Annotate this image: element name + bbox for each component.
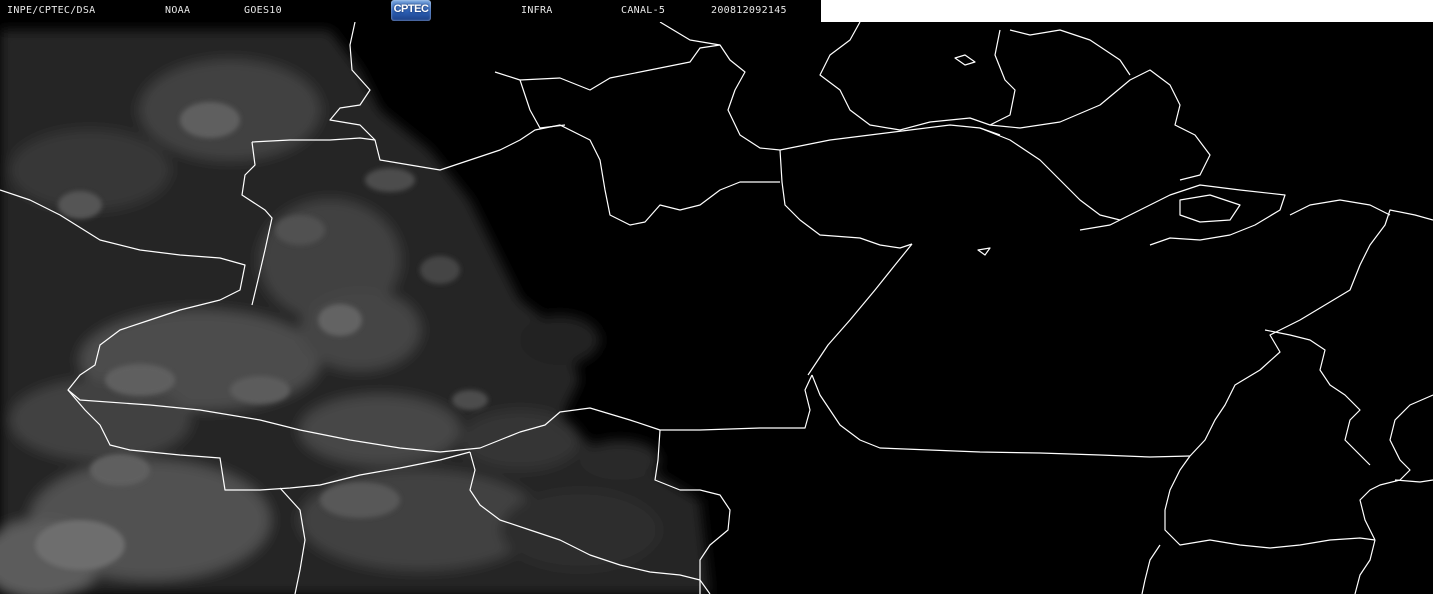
source-label: INPE/CPTEC/DSA [7, 5, 96, 16]
image-header: INPE/CPTEC/DSA NOAA GOES10 CPTEC INFRA C… [0, 0, 1433, 22]
timestamp-label: 200812092145 [711, 5, 787, 16]
cptec-logo-text: CPTEC [393, 3, 429, 15]
satellite-map [0, 22, 1433, 594]
agency-label: NOAA [165, 5, 191, 16]
cloud-layer [0, 22, 1433, 594]
satellite-label: GOES10 [244, 5, 282, 16]
cptec-logo: CPTEC [391, 0, 431, 21]
header-blank-area [821, 0, 1433, 22]
channel-label: CANAL-5 [621, 5, 666, 16]
band-type-label: INFRA [521, 5, 553, 16]
